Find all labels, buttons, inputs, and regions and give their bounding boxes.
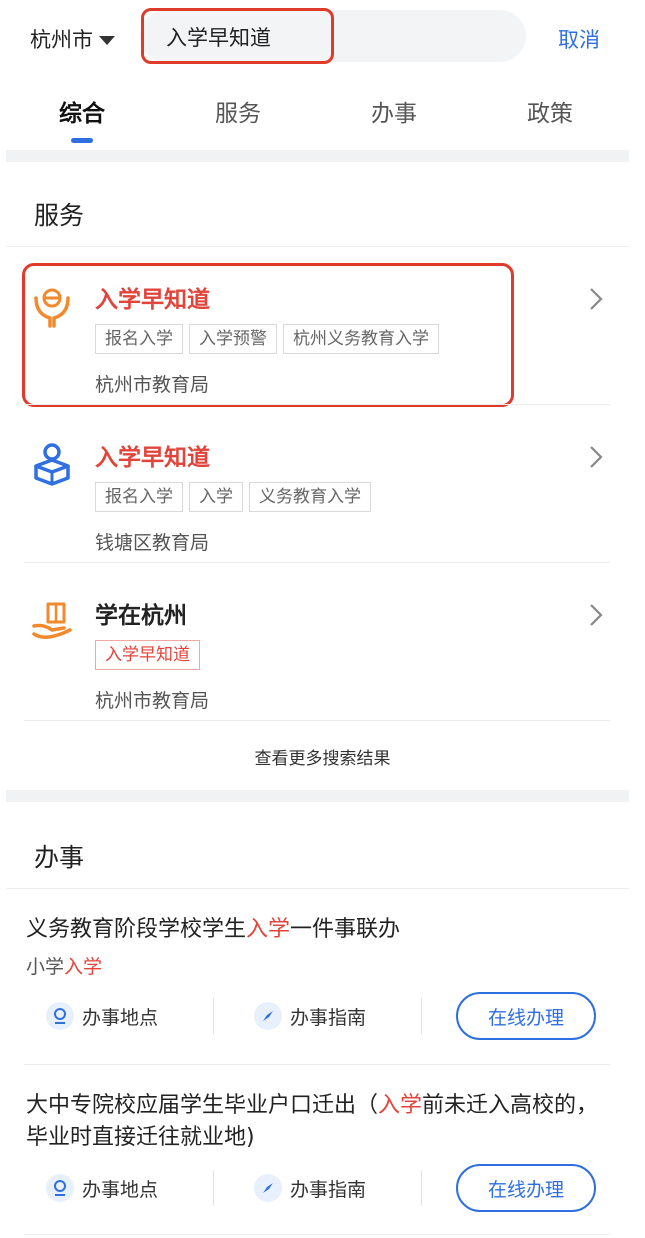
- active-tab-indicator: [71, 138, 93, 143]
- affair-title-text: 一件事联办: [290, 917, 401, 942]
- online-apply-button[interactable]: 在线办理: [456, 992, 596, 1040]
- divider: [213, 998, 214, 1034]
- service-department: 杭州市教育局: [95, 690, 210, 712]
- tag[interactable]: 入学早知道: [95, 640, 200, 670]
- affair-title[interactable]: 大中专院校应届学生毕业户口迁出（入学前未迁入高校的，毕业时直接迁往就业地): [26, 1090, 616, 1154]
- affair-title-text: 义务教育阶段学校学生: [26, 917, 247, 942]
- guide-button[interactable]: 办事指南: [254, 1002, 366, 1030]
- tab-services[interactable]: 服务: [215, 94, 261, 128]
- result-tabs: 综合 服务 办事 政策: [0, 76, 645, 150]
- service-title: 入学早知道: [95, 445, 210, 471]
- keyword-highlight: 入学: [378, 1093, 423, 1118]
- divider: [213, 1170, 214, 1206]
- affairs-heading: 办事: [34, 843, 85, 872]
- divider: [6, 888, 629, 889]
- city-label: 杭州市: [30, 28, 93, 52]
- compass-icon: [254, 1002, 282, 1030]
- caret-down-icon: [99, 35, 115, 45]
- online-apply-button[interactable]: 在线办理: [456, 1164, 596, 1212]
- divider: [24, 720, 610, 721]
- search-query-text: 入学早知道: [166, 26, 271, 50]
- location-pin-icon: [46, 1174, 74, 1202]
- divider: [6, 246, 629, 247]
- tag[interactable]: 入学: [189, 482, 243, 512]
- city-selector[interactable]: 杭州市: [30, 24, 115, 54]
- affair-title-text: 大中专院校应届学生毕业户口迁出（: [26, 1093, 379, 1118]
- chevron-right-icon: [590, 288, 603, 310]
- service-item[interactable]: 入学早知道 报名入学 入学 义务教育入学 钱塘区教育局: [0, 428, 645, 562]
- affair-actions: 办事地点 办事指南 在线办理: [0, 1164, 645, 1212]
- chevron-right-icon: [590, 604, 603, 626]
- service-tags: 入学早知道: [95, 640, 200, 670]
- section-divider: [6, 790, 629, 802]
- student-box-icon: [34, 443, 70, 486]
- annotation-highlight-frame: [22, 263, 514, 407]
- affair-title[interactable]: 义务教育阶段学校学生入学一件事联办: [26, 914, 616, 946]
- service-title: 学在杭州: [95, 603, 187, 629]
- hand-book-icon: [32, 602, 72, 639]
- service-item[interactable]: 学在杭州 入学早知道 杭州市教育局: [0, 586, 645, 720]
- tab-policies[interactable]: 政策: [527, 94, 573, 128]
- tab-affairs[interactable]: 办事: [371, 94, 417, 128]
- tag[interactable]: 报名入学: [95, 482, 183, 512]
- services-heading: 服务: [34, 201, 85, 230]
- chevron-right-icon: [590, 446, 603, 468]
- divider: [421, 998, 422, 1034]
- location-button[interactable]: 办事地点: [46, 1002, 158, 1030]
- service-department: 钱塘区教育局: [95, 532, 210, 554]
- affair-subtitle: 小学入学: [26, 952, 102, 979]
- compass-icon: [254, 1174, 282, 1202]
- keyword-highlight: 入学: [64, 956, 103, 978]
- affair-subtitle-text: 小学: [26, 956, 65, 978]
- affair-actions: 办事地点 办事指南 在线办理: [0, 992, 645, 1040]
- section-divider: [6, 150, 629, 162]
- location-pin-icon: [46, 1002, 74, 1030]
- tag[interactable]: 义务教育入学: [249, 482, 371, 512]
- top-bar: 杭州市 入学早知道 取消: [0, 0, 645, 74]
- divider: [24, 1064, 610, 1065]
- guide-label: 办事指南: [290, 1006, 367, 1029]
- location-label: 办事地点: [82, 1178, 159, 1201]
- more-results-link[interactable]: 查看更多搜索结果: [0, 744, 645, 769]
- location-label: 办事地点: [82, 1006, 159, 1029]
- service-tags: 报名入学 入学 义务教育入学: [95, 482, 371, 512]
- divider: [24, 404, 610, 405]
- guide-button[interactable]: 办事指南: [254, 1174, 366, 1202]
- divider: [24, 562, 610, 563]
- location-button[interactable]: 办事地点: [46, 1174, 158, 1202]
- keyword-highlight: 入学: [246, 917, 291, 942]
- guide-label: 办事指南: [290, 1178, 367, 1201]
- divider: [421, 1170, 422, 1206]
- tab-comprehensive[interactable]: 综合: [59, 94, 105, 128]
- cancel-button[interactable]: 取消: [558, 24, 600, 54]
- divider: [24, 1234, 610, 1235]
